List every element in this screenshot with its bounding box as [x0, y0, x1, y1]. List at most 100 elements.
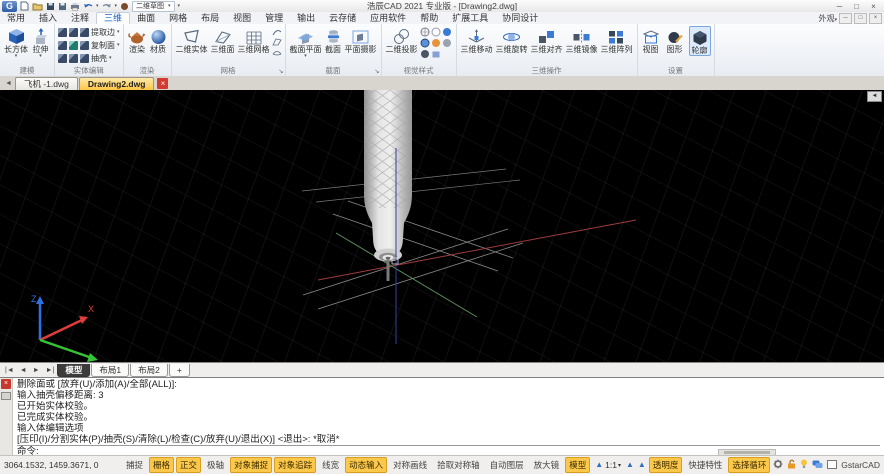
doc-close-button[interactable]: × — [869, 13, 882, 24]
workspace-select[interactable]: 二维草图 ▾ — [132, 0, 175, 12]
tab-output[interactable]: 输出 — [290, 13, 322, 24]
toggle-quick-properties[interactable]: 快捷特性 — [684, 457, 726, 473]
align3d-button[interactable]: 三维对齐 — [530, 26, 564, 54]
visual-style-gray-icon[interactable] — [442, 35, 452, 53]
toggle-auto-layer[interactable]: 自动图层 — [486, 457, 528, 473]
toggle-polar[interactable]: 极轴 — [203, 457, 228, 473]
view-settings-button[interactable]: 视图 — [641, 26, 661, 54]
mesh-dialog-launcher-icon[interactable]: ↘ — [278, 69, 283, 75]
annotation-scale-control[interactable]: ▲ 1:1 ▾ — [592, 460, 623, 470]
shell-button[interactable]: 抽壳 — [91, 53, 107, 64]
tab-collab[interactable]: 协同设计 — [495, 13, 545, 24]
toggle-ortho[interactable]: 正交 — [176, 457, 202, 473]
annotation-visibility-button[interactable]: ▲ — [625, 461, 635, 469]
tab-mesh[interactable]: 网格 — [162, 13, 194, 24]
rotate3d-button[interactable]: 三维旋转 — [495, 26, 529, 54]
toggle-transparency[interactable]: 透明度 — [648, 457, 683, 473]
shell-icon[interactable] — [80, 53, 89, 63]
ruled-mesh-icon[interactable] — [271, 37, 282, 46]
face3d-button[interactable]: 三维面 — [210, 26, 236, 54]
toggle-grid[interactable]: 栅格 — [149, 457, 175, 473]
toggle-magnifier[interactable]: 放大镜 — [530, 457, 564, 473]
doc-tabs-scroll-left-icon[interactable]: ◄ — [2, 77, 15, 90]
hardware-acceleration-bulb-icon[interactable] — [800, 459, 808, 471]
doc-tab-0[interactable]: 飞机 -1.dwg — [14, 77, 78, 90]
material-button[interactable]: 材质 — [149, 26, 168, 54]
maximize-button[interactable]: □ — [848, 1, 865, 12]
layout-tab-0[interactable]: 模型 — [57, 364, 91, 377]
feedback-chat-icon[interactable] — [812, 460, 823, 471]
outline-settings-button[interactable]: 轮廓 — [688, 26, 711, 56]
tab-3d[interactable]: 三维 — [96, 12, 131, 24]
visual-style-conceptual-icon[interactable] — [420, 46, 430, 64]
tab-manage[interactable]: 管理 — [258, 13, 290, 24]
undo-caret-icon[interactable]: ▾ — [96, 3, 99, 9]
revolved-mesh-icon[interactable] — [272, 27, 282, 36]
new-file-icon[interactable] — [20, 1, 29, 11]
open-file-icon[interactable] — [32, 2, 43, 11]
section-button[interactable]: 截面 — [324, 26, 343, 54]
doc-tab-1[interactable]: Drawing2.dwg — [78, 77, 155, 90]
graphics-settings-button[interactable]: 图形 — [665, 26, 685, 54]
toggle-lineweight[interactable]: 线宽 — [318, 457, 343, 473]
copy-faces-button[interactable]: 复制面 — [91, 40, 115, 51]
toggle-pick-symmetry-axis[interactable]: 拾取对称轴 — [433, 457, 484, 473]
print-icon[interactable] — [70, 2, 80, 11]
projection2d-button[interactable]: 二维投影 — [385, 26, 419, 54]
layout-nav-last[interactable]: ►| — [43, 364, 58, 377]
doc-minimize-button[interactable]: ─ — [839, 13, 852, 24]
tab-surface[interactable]: 曲面 — [130, 13, 162, 24]
toggle-model[interactable]: 模型 — [565, 457, 591, 473]
doc-restore-button[interactable]: □ — [854, 13, 867, 24]
mirror3d-button[interactable]: 三维镜像 — [565, 26, 599, 54]
box-button[interactable]: 长方体 ▾ — [3, 26, 29, 59]
tab-view[interactable]: 视图 — [226, 13, 258, 24]
delete-faces-icon[interactable] — [69, 40, 78, 50]
clean-screen-icon[interactable] — [827, 459, 838, 471]
viewport-collapse-button[interactable]: ◄ — [867, 91, 882, 102]
undo-icon[interactable] — [83, 2, 93, 11]
tab-help[interactable]: 帮助 — [413, 13, 445, 24]
command-line-window[interactable]: × 删除面或 [放弃(U)/添加(A)/全部(ALL)]: 输入抽壳偏移距离: 3… — [0, 377, 884, 457]
section-plane-button[interactable]: 截面平面 ▾ — [289, 26, 323, 59]
redo-caret-icon[interactable]: ▾ — [115, 3, 118, 9]
command-text-area[interactable]: 删除面或 [放弃(U)/添加(A)/全部(ALL)]: 输入抽壳偏移距离: 3 已开… — [13, 378, 884, 457]
tab-annotate[interactable]: 注释 — [64, 13, 96, 24]
command-dock-icon[interactable] — [1, 392, 11, 400]
visual-style-xray-icon[interactable] — [431, 46, 441, 64]
array3d-button[interactable]: 三维阵列 — [600, 26, 634, 54]
close-button[interactable]: × — [865, 1, 882, 12]
qat-more-icon[interactable]: ▾ — [178, 3, 181, 9]
app-logo[interactable]: G — [2, 0, 17, 12]
command-close-button[interactable]: × — [1, 379, 11, 389]
annotation-autoscale-button[interactable]: ▲ — [637, 461, 647, 469]
toggle-otrack[interactable]: 对象追踪 — [274, 457, 317, 473]
save-as-icon[interactable] — [58, 2, 67, 11]
toggle-selection-cycling[interactable]: 选择循环 — [728, 457, 771, 473]
toggle-symmetric-draw[interactable]: 对称画线 — [389, 457, 431, 473]
intersect-icon[interactable] — [58, 40, 67, 50]
toggle-snap[interactable]: 捕捉 — [122, 457, 147, 473]
save-icon[interactable] — [46, 2, 55, 11]
toggle-dynamic-input[interactable]: 动态输入 — [345, 457, 388, 473]
extract-edges-icon[interactable] — [80, 27, 89, 37]
mesh3d-button[interactable]: 三维网格 — [237, 26, 271, 54]
copy-faces-icon[interactable] — [80, 40, 89, 50]
doc-tab-close-button[interactable]: × — [157, 78, 169, 89]
extrude-button[interactable]: 拉伸 ▾ — [30, 26, 51, 59]
settings-gear-icon[interactable] — [773, 459, 783, 471]
move3d-button[interactable]: 三维移动 — [460, 26, 494, 54]
subtract-icon[interactable] — [69, 27, 78, 37]
minimize-button[interactable]: ─ — [831, 1, 848, 12]
render-quick-icon[interactable] — [120, 2, 129, 11]
tab-express[interactable]: 扩展工具 — [445, 13, 495, 24]
appearance-menu[interactable]: 外观▾ — [818, 13, 837, 24]
render-button[interactable]: 渲染 — [127, 26, 148, 54]
redo-icon[interactable] — [102, 2, 112, 11]
layout-nav-prev[interactable]: ◄ — [17, 364, 30, 377]
layout-nav-first[interactable]: |◄ — [2, 364, 17, 377]
unlock-icon[interactable] — [787, 459, 796, 471]
solid2d-button[interactable]: 二维实体 — [175, 26, 209, 54]
layout-nav-next[interactable]: ► — [30, 364, 43, 377]
fillet-edge-icon[interactable] — [69, 53, 78, 63]
